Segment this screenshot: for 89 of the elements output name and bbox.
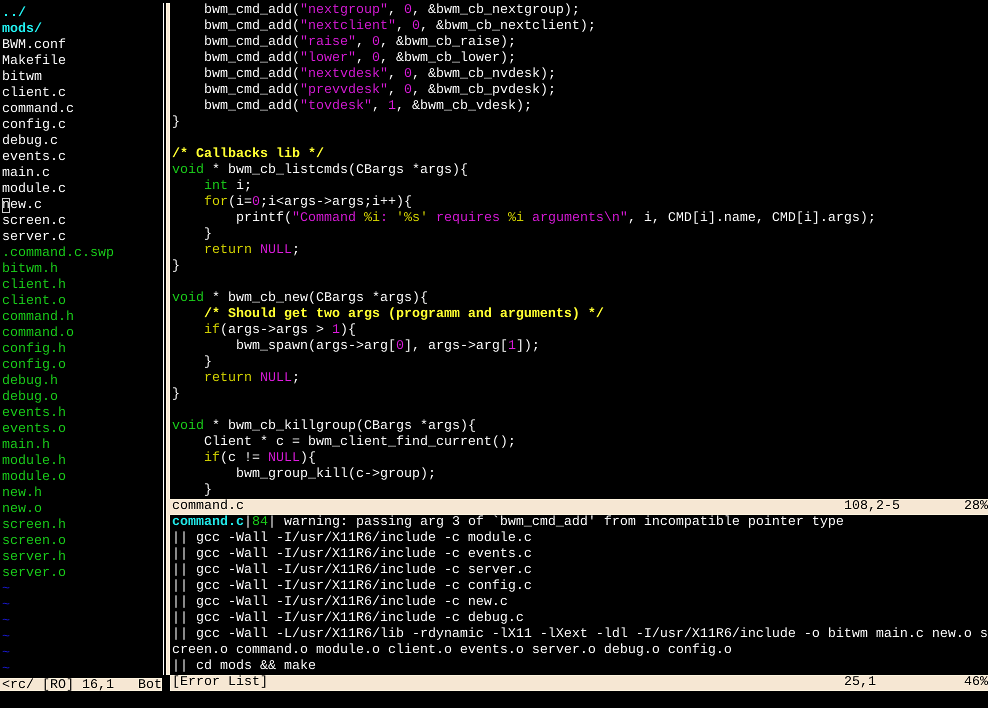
file-entry[interactable]: ../	[2, 6, 26, 21]
file-entry[interactable]: server.c	[2, 230, 66, 245]
file-entry[interactable]: debug.h	[2, 374, 58, 389]
file-entry[interactable]: events.h	[2, 406, 66, 421]
code-line: bwm_cmd_add("tovdesk", 1, &bwm_cb_vdesk);	[202, 99, 533, 115]
file-entry[interactable]: config.o	[2, 358, 66, 373]
file-entry[interactable]: command.c	[2, 102, 74, 117]
file-entry[interactable]: main.h	[2, 438, 50, 453]
empty-line-marker: ~	[2, 582, 10, 597]
empty-line-marker: ~	[2, 646, 10, 661]
readonly-label: [RO]	[42, 678, 74, 694]
file-entry[interactable]: client.c	[2, 86, 66, 101]
file-entry[interactable]: module.o	[2, 470, 66, 485]
error-list-line: || gcc -Wall -I/usr/X11R6/include -c debug.c	[172, 611, 525, 627]
code-line: }	[172, 259, 181, 275]
code-line: return NULL;	[202, 243, 301, 259]
file-entry[interactable]: BWM.conf	[2, 38, 66, 53]
file-entry[interactable]: bitwm	[2, 70, 42, 85]
file-entry[interactable]: config.c	[2, 118, 66, 133]
file-entry[interactable]: screen.c	[2, 214, 66, 229]
status-filename: [Error List]	[172, 675, 269, 691]
file-entry[interactable]: screen.h	[2, 518, 66, 533]
code-line: }	[202, 227, 213, 243]
code-line: bwm_group_kill(c->group);	[234, 467, 437, 483]
code-line: return NULL;	[202, 371, 301, 387]
empty-line-marker: ~	[2, 662, 10, 677]
error-list-line: || gcc -Wall -I/usr/X11R6/include -c events.c	[172, 547, 533, 563]
empty-line-marker: ~	[2, 614, 10, 629]
scroll-percent: 46%	[964, 675, 988, 691]
cursor-position: 16,1	[82, 678, 115, 694]
cursor-position: 108,2-5	[844, 499, 902, 515]
error-list-line: || cd mods && make	[172, 659, 317, 675]
code-line: printf("Command %i: '%s' requires %i arguments\n", i, CMD[i].name, CMD[i].args);	[234, 211, 877, 227]
code-line: }	[172, 115, 181, 131]
cursor-position: 25,1	[844, 675, 878, 691]
code-line: void * bwm_cb_listcmds(CBargs *args){	[172, 163, 469, 179]
error-list-line: || gcc -Wall -I/usr/X11R6/include -c module.c	[172, 531, 533, 547]
file-entry[interactable]: Makefile	[2, 54, 66, 69]
file-entry[interactable]: client.h	[2, 278, 66, 293]
empty-line-marker: ~	[2, 598, 10, 613]
file-entry[interactable]: events.c	[2, 150, 66, 165]
code-line: bwm_spawn(args->arg[0], args->arg[1]);	[234, 339, 541, 355]
error-list-line: || gcc -Wall -L/usr/X11R6/lib -rdynamic -lX11 -lXext -ldl -I/usr/X11R6/include -o bitwm main.c new.o screen.o command.o module.o client.o events.o server.o debug.o config.o	[172, 627, 988, 659]
error-list-line: || gcc -Wall -I/usr/X11R6/include -c config.c	[172, 579, 533, 595]
file-entry[interactable]: main.c	[2, 166, 50, 181]
file-entry[interactable]: bitwm.h	[2, 262, 58, 277]
file-entry[interactable]: command.h	[2, 310, 74, 325]
code-line: bwm_cmd_add("nextvdesk", 0, &bwm_cb_nvdesk);	[202, 67, 557, 83]
code-line: bwm_cmd_add("lower", 0, &bwm_cb_lower);	[202, 51, 517, 67]
file-entry[interactable]: new.c	[2, 198, 42, 213]
code-line: for(i=0;i<args->args;i++){	[202, 195, 413, 211]
code-line: bwm_cmd_add("nextgroup", 0, &bwm_cb_nextgroup);	[202, 3, 581, 19]
file-entry[interactable]: config.h	[2, 342, 66, 357]
code-line: }	[172, 387, 181, 403]
code-line: if(args->args > 1){	[202, 323, 357, 339]
file-entry[interactable]: command.o	[2, 326, 74, 341]
code-line: }	[202, 355, 213, 371]
file-entry[interactable]: server.o	[2, 566, 66, 581]
status-path: <rc/	[2, 678, 34, 694]
code-line: /* Callbacks lib */	[172, 147, 325, 163]
code-line: int i;	[202, 179, 253, 195]
file-entry[interactable]: new.h	[2, 486, 42, 501]
code-line: Client * c = bwm_client_find_current();	[202, 435, 517, 451]
file-entry[interactable]: debug.o	[2, 390, 58, 405]
code-line: void * bwm_cb_new(CBargs *args){	[172, 291, 429, 307]
code-line: bwm_cmd_add("nextclient", 0, &bwm_cb_nextclient);	[202, 19, 597, 35]
file-entry[interactable]: client.o	[2, 294, 66, 309]
code-line: /* Should get two args (programm and arguments) */	[202, 307, 605, 323]
scroll-percent: 28%	[964, 499, 988, 515]
file-entry[interactable]: module.c	[2, 182, 66, 197]
empty-line-marker: ~	[2, 630, 10, 645]
error-list-line: command.c|84| warning: passing arg 3 of `bwm_cmd_add' from incompatible pointer type	[172, 515, 845, 531]
file-entry[interactable]: new.o	[2, 502, 42, 517]
error-list-line: || gcc -Wall -I/usr/X11R6/include -c new.c	[172, 595, 509, 611]
code-line: bwm_cmd_add("raise", 0, &bwm_cb_raise);	[202, 35, 517, 51]
file-entry[interactable]: screen.o	[2, 534, 66, 549]
status-filename: command.c	[172, 499, 245, 515]
scroll-position: Bot	[138, 678, 162, 694]
file-entry[interactable]: events.o	[2, 422, 66, 437]
file-entry[interactable]: debug.c	[2, 134, 58, 149]
code-line: bwm_cmd_add("prevvdesk", 0, &bwm_cb_pvdesk);	[202, 83, 557, 99]
file-entry[interactable]: module.h	[2, 454, 66, 469]
code-line: void * bwm_cb_killgroup(CBargs *args){	[172, 419, 477, 435]
code-line: if(c != NULL){	[202, 451, 317, 467]
file-entry[interactable]: server.h	[2, 550, 66, 565]
error-list-line: || gcc -Wall -I/usr/X11R6/include -c server.c	[172, 563, 533, 579]
code-line: }	[202, 483, 213, 499]
file-entry[interactable]: mods/	[2, 22, 42, 37]
file-entry[interactable]: .command.c.swp	[2, 246, 114, 261]
